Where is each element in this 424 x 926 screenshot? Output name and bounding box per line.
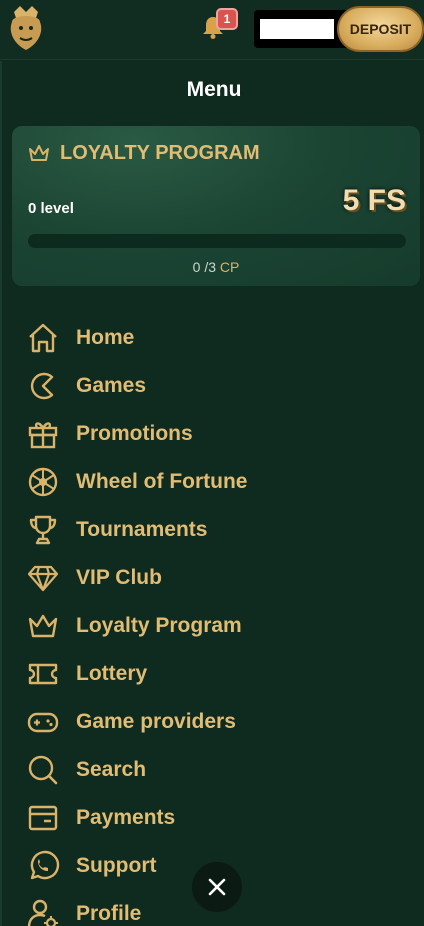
top-bar: 1 DEPOSIT — [0, 0, 424, 60]
profile-icon — [27, 899, 58, 926]
menu-item-label: Support — [76, 854, 157, 877]
menu-item-label: Payments — [76, 806, 176, 829]
whatsapp-icon — [30, 850, 60, 880]
side-menu-panel: Menu LOYALTY PROGRAM 0 level 5 FS 0 /3 C… — [0, 61, 424, 926]
close-menu-button[interactable] — [192, 862, 242, 912]
balance-redacted — [260, 19, 334, 39]
lion-logo-icon[interactable] — [6, 4, 46, 52]
menu-item-label: VIP Club — [76, 566, 162, 589]
loyalty-level: 0 level — [28, 200, 74, 217]
menu-item-wheel-of-fortune[interactable]: Wheel of Fortune — [26, 458, 416, 506]
menu-item-label: Tournaments — [76, 518, 208, 541]
menu-item-vip-club[interactable]: VIP Club — [26, 554, 416, 602]
ticket-icon — [28, 663, 58, 685]
menu-item-label: Promotions — [76, 422, 193, 445]
notification-badge: 1 — [216, 8, 238, 30]
loyalty-points-current: 0 — [192, 259, 201, 275]
deposit-button[interactable]: DEPOSIT — [337, 6, 424, 52]
menu-item-loyalty-program[interactable]: Loyalty Program — [26, 602, 416, 650]
gamepad-icon — [27, 712, 59, 733]
loyalty-card[interactable]: LOYALTY PROGRAM 0 level 5 FS 0 /3 CP — [12, 126, 420, 286]
search-icon — [28, 755, 58, 785]
menu-item-label: Lottery — [76, 662, 148, 685]
close-icon — [208, 878, 226, 896]
loyalty-progress-bar — [28, 234, 406, 248]
loyalty-points-total: /3 — [204, 259, 217, 275]
diamond-icon — [27, 565, 59, 592]
menu-item-label: Games — [76, 374, 147, 397]
menu-item-label: Home — [76, 326, 135, 349]
menu-item-tournaments[interactable]: Tournaments — [26, 506, 416, 554]
menu-item-promotions[interactable]: Promotions — [26, 410, 416, 458]
loyalty-reward: 5 FS — [342, 184, 406, 217]
menu-item-games[interactable]: Games — [26, 362, 416, 410]
wheel-icon — [28, 467, 58, 497]
menu-item-label: Search — [76, 758, 147, 781]
menu-item-home[interactable]: Home — [26, 314, 416, 362]
gift-icon — [28, 422, 58, 449]
menu-item-label: Wheel of Fortune — [76, 470, 248, 493]
menu-item-search[interactable]: Search — [26, 746, 416, 794]
menu-item-game-providers[interactable]: Game providers — [26, 698, 416, 746]
menu-item-payments[interactable]: Payments — [26, 794, 416, 842]
loyalty-points-unit: CP — [219, 259, 240, 275]
games-icon — [30, 372, 54, 400]
home-icon — [29, 323, 57, 353]
loyalty-points: 0 /3 CP — [12, 259, 420, 275]
menu-item-label: Profile — [76, 902, 142, 925]
nav-menu: Home Games Promotions Wheel of Fortune T… — [26, 314, 416, 926]
crown-icon — [28, 614, 58, 638]
menu-item-label: Loyalty Program — [76, 614, 242, 637]
trophy-icon — [29, 515, 57, 545]
loyalty-title: LOYALTY PROGRAM — [60, 142, 260, 164]
crown-icon — [29, 145, 49, 161]
menu-item-lottery[interactable]: Lottery — [26, 650, 416, 698]
menu-title: Menu — [186, 78, 242, 101]
wallet-icon — [28, 805, 58, 831]
menu-item-label: Game providers — [76, 710, 236, 733]
